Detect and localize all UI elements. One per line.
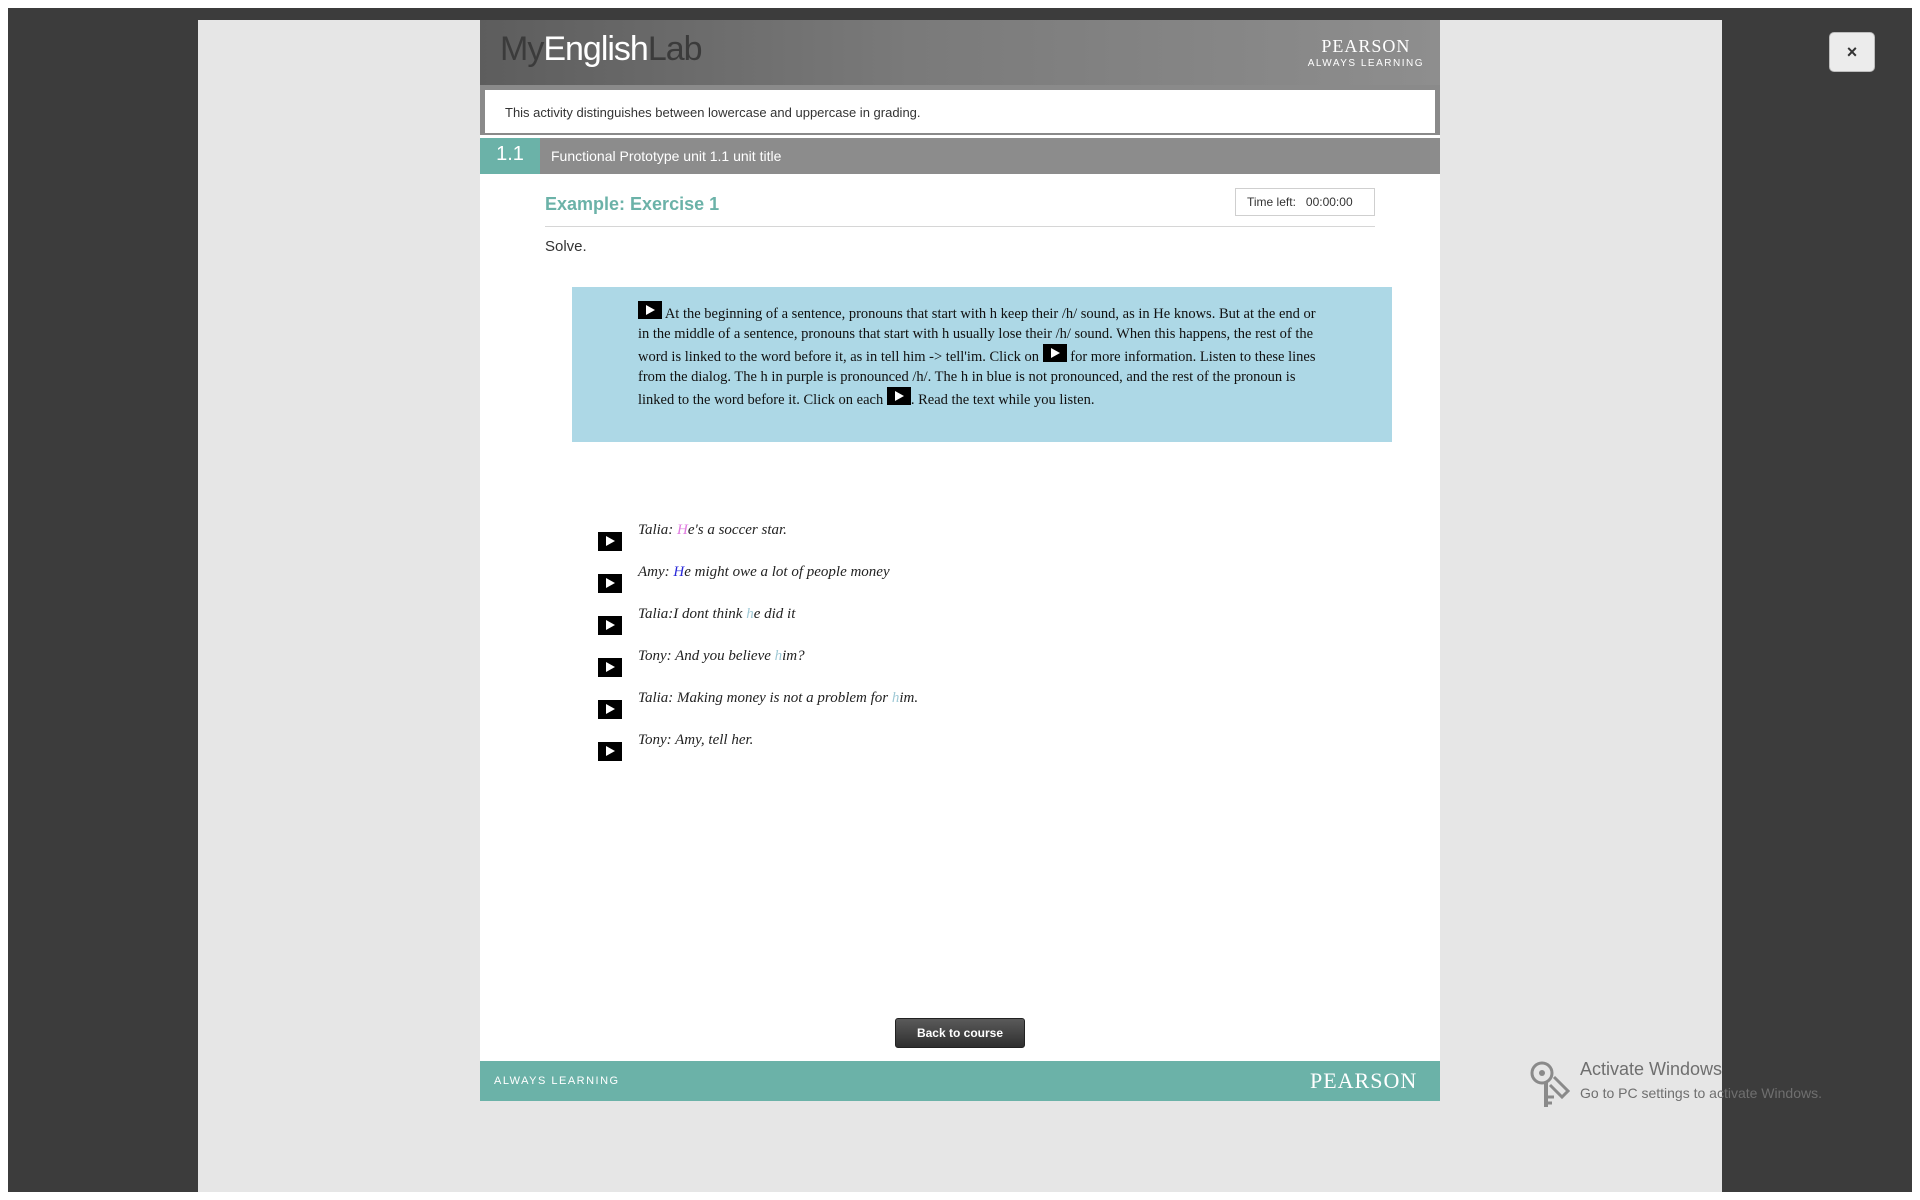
dialog-text: Tony: Amy, tell her. <box>638 732 754 748</box>
myenglishlab-logo: MyEnglishLab <box>500 30 703 68</box>
dialog-line: Amy: He might owe a lot of people money <box>598 564 1298 606</box>
notice-bar: This activity distinguishes between lowe… <box>480 85 1440 135</box>
play-button[interactable] <box>598 616 622 635</box>
play-button[interactable] <box>598 574 622 593</box>
back-to-course-button[interactable]: Back to course <box>895 1018 1025 1048</box>
key-icon <box>1530 1061 1571 1107</box>
pearson-brand: PEARSON <box>1321 36 1411 56</box>
timer: Time left: 00:00:00 <box>1235 188 1375 216</box>
activate-title: Activate Windows <box>1580 1059 1723 1079</box>
dialog-line: Tony: Amy, tell her. <box>598 732 1298 774</box>
dialog-line: Talia: He's a soccer star. <box>598 522 1298 564</box>
play-icon[interactable] <box>638 301 662 319</box>
dialog-lines: Talia: He's a soccer star. Amy: He might… <box>598 522 1298 774</box>
app-header: MyEnglishLab PEARSON ALWAYS LEARNING <box>480 20 1440 85</box>
dialog-text: Talia:I dont think he did it <box>638 606 796 622</box>
dialog-line: Talia: Making money is not a problem for… <box>598 690 1298 732</box>
play-icon[interactable] <box>1042 344 1067 362</box>
dialog-line: Talia:I dont think he did it <box>598 606 1298 648</box>
info-box: At the beginning of a sentence, pronouns… <box>572 287 1392 442</box>
activity-frame: MyEnglishLab PEARSON ALWAYS LEARNING Thi… <box>480 20 1440 1101</box>
unit-bar: 1.1 Functional Prototype unit 1.1 unit t… <box>480 138 1440 174</box>
play-icon[interactable] <box>886 387 911 405</box>
unit-number: 1.1 <box>480 138 540 174</box>
divider <box>545 226 1375 227</box>
timer-label: Time left: <box>1247 195 1296 209</box>
timer-value: 00:00:00 <box>1305 195 1353 209</box>
dialog-text: Tony: And you believe him? <box>638 648 805 664</box>
pearson-tagline: ALWAYS LEARNING <box>1307 58 1424 69</box>
play-button[interactable] <box>598 700 622 719</box>
instruction: Solve. <box>545 238 587 255</box>
footer-pearson-logo: PEARSON <box>1310 1068 1418 1093</box>
exercise-title: Example: Exercise 1 <box>545 194 720 214</box>
footer-tagline: ALWAYS LEARNING <box>494 1075 620 1087</box>
close-button[interactable]: × <box>1829 32 1875 72</box>
dialog-text: Amy: He might owe a lot of people money <box>638 564 890 580</box>
activate-subtitle: Go to PC settings to activate Windows. <box>1580 1085 1822 1101</box>
unit-title: Functional Prototype unit 1.1 unit title <box>551 148 782 164</box>
grading-notice: This activity distinguishes between lowe… <box>485 90 1435 133</box>
play-button[interactable] <box>598 658 622 677</box>
activate-windows-watermark: Activate Windows Go to PC settings to ac… <box>1528 1055 1868 1111</box>
app-footer: ALWAYS LEARNING PEARSON <box>480 1061 1440 1101</box>
play-button[interactable] <box>598 532 622 551</box>
pearson-logo: PEARSON ALWAYS LEARNING <box>1308 36 1424 69</box>
dialog-text: Talia: He's a soccer star. <box>638 522 787 538</box>
dialog-line: Tony: And you believe him? <box>598 648 1298 690</box>
info-text-3: . Read the text while you listen. <box>910 392 1095 408</box>
play-button[interactable] <box>598 742 622 761</box>
dialog-text: Talia: Making money is not a problem for… <box>638 690 919 706</box>
